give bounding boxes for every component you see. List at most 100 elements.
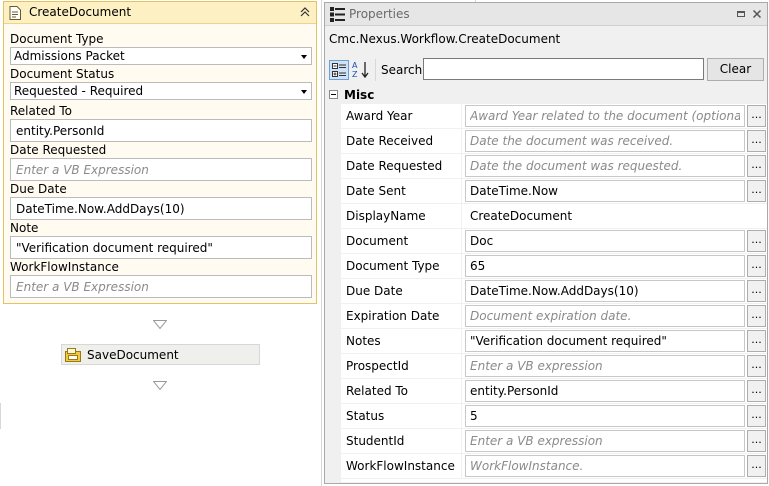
dropdown-arrow-icon[interactable] [301,55,307,59]
property-row-document-type[interactable]: Document Type 65... [341,254,767,279]
property-name: WorkFlowInstance [346,459,455,473]
search-label: Search: [381,63,427,77]
property-column-divider [461,454,462,479]
note-value: "Verification document required" [16,241,213,255]
property-value-field[interactable]: Date the document was requested. [465,155,745,177]
property-value-field[interactable]: CreateDocument [465,205,745,227]
properties-titlebar[interactable]: Properties [325,3,767,26]
property-row-prospectid[interactable]: ProspectId Enter a VB expression... [341,354,767,379]
workflow-instance-label: WorkFlowInstance [10,260,119,274]
expression-editor-button[interactable]: ... [747,455,766,477]
property-row-workflowinstance[interactable]: WorkFlowInstance WorkFlowInstance.... [341,454,767,479]
property-value: Doc [470,234,494,248]
property-row-award-year[interactable]: Award Year Award Year related to the docu… [341,104,767,129]
date-requested-label: Date Requested [10,143,107,157]
expression-editor-button[interactable]: ... [747,230,766,252]
property-value-field[interactable]: Award Year related to the document (opti… [465,105,745,127]
category-misc[interactable]: Misc [326,86,767,104]
property-row-date-requested[interactable]: Date Requested Date the document was requ… [341,154,767,179]
property-value-field[interactable]: 65 [465,255,745,277]
expression-editor-button[interactable]: ... [747,105,766,127]
property-value-field[interactable]: WorkFlowInstance. [465,455,745,477]
properties-panel: Properties Cmc.Nexus.Workflow.CreateDocu… [324,2,768,484]
property-value: DateTime.Now.AddDays(10) [470,284,639,298]
category-label: Misc [344,88,375,102]
property-name: DisplayName [346,209,426,223]
activity-header[interactable]: CreateDocument [4,2,316,24]
double-chevron-up-icon[interactable] [299,6,311,18]
property-row-due-date[interactable]: Due Date DateTime.Now.AddDays(10)... [341,279,767,304]
property-value-field[interactable]: 5 [465,405,745,427]
property-value: 5 [470,409,478,423]
document-type-value: Admissions Packet [14,49,125,63]
property-name: ProspectId [346,359,409,373]
property-column-divider [461,254,462,279]
property-name: Related To [346,384,409,398]
property-value-placeholder: Date the document was requested. [470,159,683,173]
property-row-document[interactable]: Document Doc... [341,229,767,254]
expression-editor-button[interactable]: ... [747,305,766,327]
property-value: entity.PersonId [470,384,559,398]
property-value: CreateDocument [470,209,573,223]
search-input[interactable] [423,58,704,80]
property-value-field[interactable]: "Verification document required" [465,330,745,352]
property-column-divider [461,429,462,454]
document-type-combobox[interactable]: Admissions Packet [10,47,312,65]
property-row-date-received[interactable]: Date Received Date the document was recei… [341,129,767,154]
expression-editor-button[interactable]: ... [747,405,766,427]
property-name: Date Sent [346,184,406,198]
pin-icon[interactable] [735,8,747,20]
expression-editor-button[interactable]: ... [747,330,766,352]
property-column-divider [461,229,462,254]
clear-button[interactable]: Clear [707,58,764,81]
designer-edge-left [0,403,1,429]
collapse-category-icon[interactable] [329,90,338,99]
date-requested-placeholder: Enter a VB Expression [16,163,149,177]
property-value-field[interactable]: Enter a VB expression [465,355,745,377]
property-name: Date Requested [346,159,443,173]
categorized-view-icon[interactable] [329,60,349,80]
property-column-divider [461,129,462,154]
document-status-combobox[interactable]: Requested - Required [10,82,312,100]
property-value-field[interactable]: Date the document was received. [465,130,745,152]
property-column-divider [461,379,462,404]
property-row-related-to[interactable]: Related To entity.PersonId... [341,379,767,404]
property-name: Date Received [346,134,434,148]
property-column-divider [461,329,462,354]
expression-editor-button[interactable]: ... [747,280,766,302]
property-row-status[interactable]: Status 5... [341,404,767,429]
property-value-field[interactable]: DateTime.Now.AddDays(10) [465,280,745,302]
expression-editor-button[interactable]: ... [747,430,766,452]
date-requested-input[interactable]: Enter a VB Expression [10,158,312,181]
property-row-expiration-date[interactable]: Expiration Date Document expiration date.… [341,304,767,329]
workflow-instance-input[interactable]: Enter a VB Expression [10,275,312,298]
property-row-date-sent[interactable]: Date Sent DateTime.Now... [341,179,767,204]
expression-editor-button[interactable]: ... [747,180,766,202]
property-grid-gutter [326,104,341,482]
property-column-divider [461,404,462,429]
properties-title: Properties [349,7,410,21]
related-to-input[interactable]: entity.PersonId [10,119,312,142]
due-date-input[interactable]: DateTime.Now.AddDays(10) [10,197,312,220]
property-value-placeholder: Enter a VB expression [470,434,603,448]
sort-alphabetical-icon[interactable]: A Z [351,60,371,80]
create-document-activity[interactable]: CreateDocument Document Type Admissions … [3,1,317,304]
expression-editor-button[interactable]: ... [747,380,766,402]
property-value-field[interactable]: Doc [465,230,745,252]
property-row-notes[interactable]: Notes "Verification document required"... [341,329,767,354]
dropdown-arrow-icon[interactable] [301,90,307,94]
property-row-displayname[interactable]: DisplayName CreateDocument [341,204,767,229]
close-icon[interactable] [751,8,763,20]
expression-editor-button[interactable]: ... [747,355,766,377]
note-input[interactable]: "Verification document required" [10,236,312,259]
expression-editor-button[interactable]: ... [747,155,766,177]
property-value-field[interactable]: DateTime.Now [465,180,745,202]
property-name: Award Year [346,109,413,123]
property-value-field[interactable]: Document expiration date. [465,305,745,327]
property-value-field[interactable]: Enter a VB expression [465,430,745,452]
property-value-field[interactable]: entity.PersonId [465,380,745,402]
save-document-activity[interactable]: SaveDocument [61,344,260,365]
expression-editor-button[interactable]: ... [747,255,766,277]
property-row-studentid[interactable]: StudentId Enter a VB expression... [341,429,767,454]
expression-editor-button[interactable]: ... [747,130,766,152]
